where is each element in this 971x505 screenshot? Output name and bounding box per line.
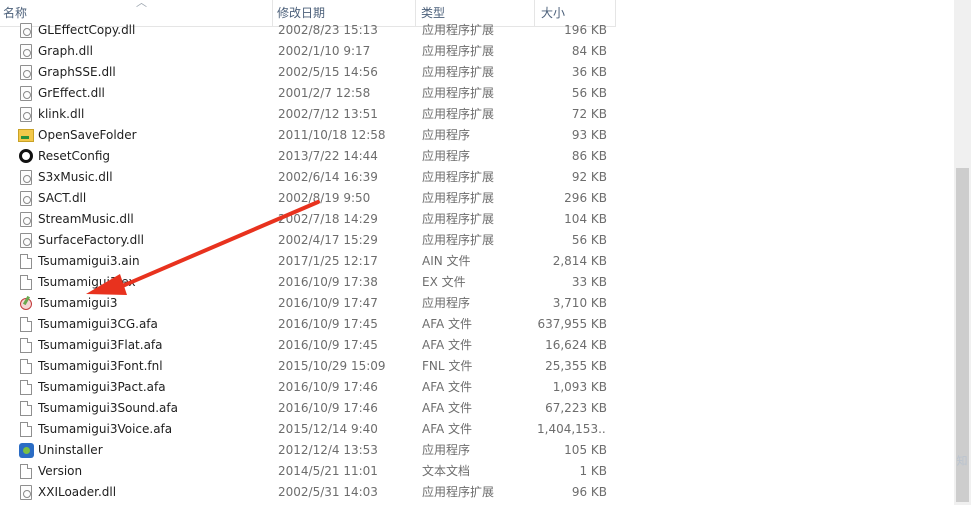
annotation-arrow-shaft (118, 200, 320, 289)
annotation-arrow-head (86, 274, 127, 295)
annotation-arrow (86, 200, 320, 295)
